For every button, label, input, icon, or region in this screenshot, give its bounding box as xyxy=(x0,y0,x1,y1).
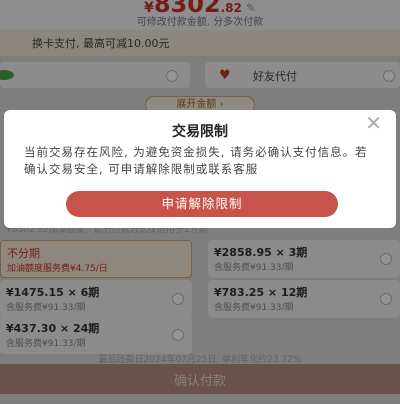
dialog-title: 交易限制 xyxy=(172,124,228,140)
dialog-message: 当前交易存在风险, 为避免资金损失, 请务必确认支付信息。若确认交易安全, 可申… xyxy=(24,145,368,176)
transaction-restriction-dialog: 交易限制 ✕ 当前交易存在风险, 为避免资金损失, 请务必确认支付信息。若确认交… xyxy=(4,110,396,228)
close-icon[interactable]: ✕ xyxy=(365,113,382,133)
request-unlock-button[interactable]: 申请解除限制 xyxy=(66,191,338,217)
